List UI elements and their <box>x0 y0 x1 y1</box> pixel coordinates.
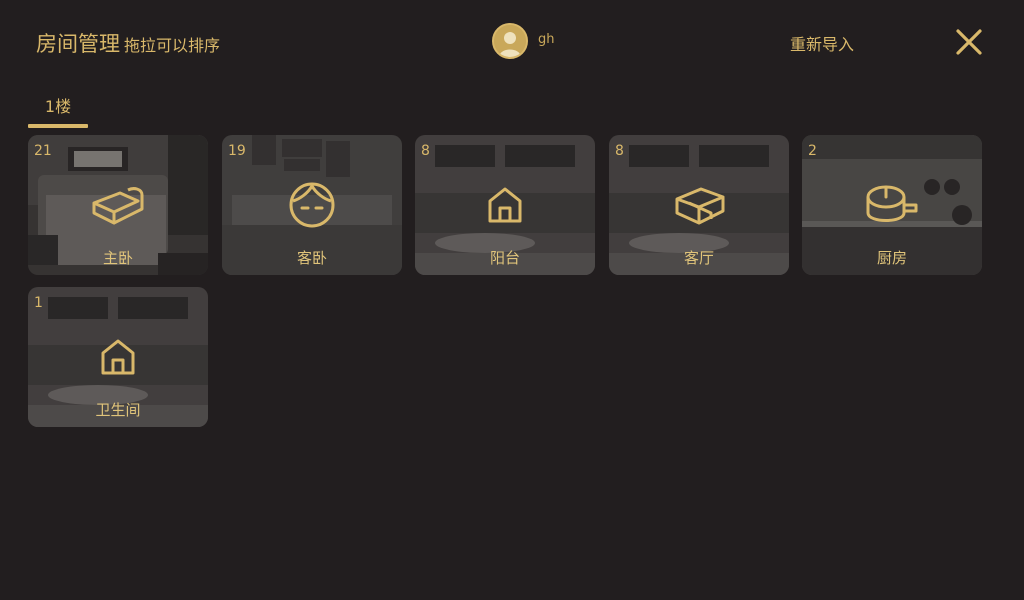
device-count: 1 <box>34 295 43 311</box>
pot-icon <box>866 185 918 222</box>
face-icon <box>289 182 335 228</box>
bed-icon <box>92 187 144 225</box>
username: gh <box>538 32 555 47</box>
room-name: 主卧 <box>102 249 133 267</box>
room-name: 客卧 <box>296 249 327 267</box>
room-card-guest-bedroom[interactable]: 19 客卧 <box>222 135 402 275</box>
avatar[interactable] <box>492 23 528 59</box>
device-count: 21 <box>34 143 52 159</box>
room-card-kitchen[interactable]: 2 厨房 <box>802 135 982 275</box>
device-count: 2 <box>808 143 817 159</box>
sort-hint: 拖拉可以排序 <box>124 36 221 55</box>
room-card-bathroom[interactable]: 1 卫生间 <box>28 287 208 427</box>
close-icon[interactable] <box>954 27 984 57</box>
room-name: 阳台 <box>489 249 520 267</box>
room-name: 卫生间 <box>95 401 141 419</box>
room-card-balcony[interactable]: 8 阳台 <box>415 135 595 275</box>
house-icon <box>488 187 522 223</box>
floor-tabs: 1楼 <box>28 92 88 128</box>
page-title: 房间管理 拖拉可以排序 <box>36 28 220 58</box>
tab-active-indicator <box>28 124 88 128</box>
device-count: 19 <box>228 143 246 159</box>
room-card-living-room[interactable]: 8 客厅 <box>609 135 789 275</box>
user-profile[interactable]: gh <box>492 23 555 59</box>
header: 房间管理 拖拉可以排序 gh 重新导入 <box>0 0 1024 90</box>
page-title-text: 房间管理 <box>36 32 120 56</box>
sofa-icon <box>675 187 725 225</box>
tab-label: 1楼 <box>44 97 72 116</box>
house-icon <box>101 339 135 375</box>
device-count: 8 <box>421 143 430 159</box>
room-name: 客厅 <box>683 249 714 267</box>
room-name: 厨房 <box>876 249 907 267</box>
tab-floor-1[interactable]: 1楼 <box>28 92 88 128</box>
reimport-button[interactable]: 重新导入 <box>790 31 854 55</box>
device-count: 8 <box>615 143 624 159</box>
room-card-master-bedroom[interactable]: 21 主卧 <box>28 135 208 275</box>
user-icon <box>494 25 526 57</box>
